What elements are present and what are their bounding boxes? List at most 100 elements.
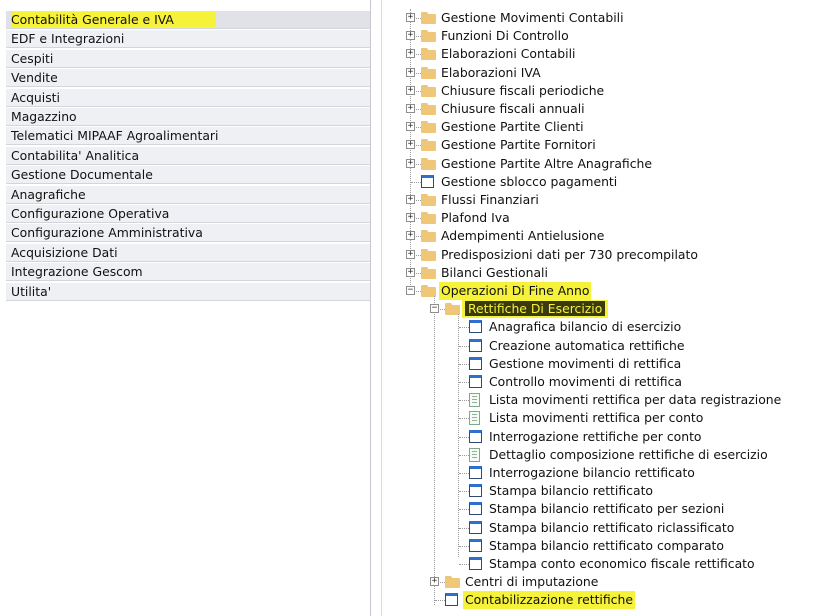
collapse-toggle-icon[interactable]: −: [430, 304, 439, 314]
expand-toggle-icon[interactable]: +: [406, 104, 415, 113]
folder-icon: [421, 30, 436, 43]
tree-node-label: Controllo movimenti di rettifica: [489, 374, 683, 389]
tree-node[interactable]: + Gestione Movimenti Contabili: [390, 9, 834, 27]
expand-toggle-icon[interactable]: +: [406, 31, 415, 41]
tree-node-label: Creazione automatica rettifiche: [489, 337, 685, 353]
tree-node[interactable]: Lista movimenti rettifica per conto: [390, 409, 834, 427]
expand-toggle-icon[interactable]: +: [406, 49, 415, 59]
tree-connector-line: [459, 454, 469, 456]
tree-node-label: Funzioni Di Controllo: [441, 28, 569, 44]
folder-icon: [421, 157, 436, 170]
document-icon: [421, 174, 434, 188]
folder-icon: [421, 194, 436, 206]
expand-toggle-icon[interactable]: +: [406, 249, 415, 259]
menu-item-9[interactable]: Gestione Documentale: [6, 166, 370, 185]
tree-node[interactable]: − Operazioni Di Fine Anno: [390, 282, 834, 300]
tree-connector-line: [459, 509, 469, 511]
menu-item-10[interactable]: Anagrafiche: [6, 185, 370, 204]
expand-toggle-icon[interactable]: +: [406, 85, 415, 95]
tree-node[interactable]: − Rettifiche Di Esercizio: [390, 300, 834, 319]
tree-connector-line: [459, 363, 469, 365]
tree-node-label: Stampa bilancio rettificato per sezioni: [489, 501, 725, 517]
tree-node[interactable]: Interrogazione bilancio rettificato: [390, 464, 834, 482]
menu-item-3[interactable]: Cespiti: [6, 49, 370, 68]
menu-item-11[interactable]: Configurazione Operativa: [6, 205, 370, 223]
tree-connector-line: [459, 564, 469, 565]
tree-node[interactable]: Stampa conto economico fiscale rettifica…: [390, 555, 834, 573]
tree-connector-line: [459, 327, 469, 329]
tree-node[interactable]: + Elaborazioni IVA: [390, 64, 834, 82]
tree-node[interactable]: Stampa bilancio rettificato: [390, 482, 834, 500]
document-icon: [469, 557, 482, 570]
folder-icon: [421, 212, 436, 225]
menu-item-7[interactable]: Telematici MIPAAF Agroalimentari: [6, 127, 370, 146]
expand-toggle-icon[interactable]: +: [406, 140, 415, 150]
tree-node[interactable]: Stampa bilancio rettificato comparato: [390, 537, 834, 555]
tree-node[interactable]: + Bilanci Gestionali: [390, 264, 834, 282]
menu-item-13[interactable]: Acquisizione Dati: [6, 243, 370, 262]
tree-node-label: Plafond Iva: [441, 210, 510, 226]
menu-item-8[interactable]: Contabilita' Analitica: [6, 146, 370, 165]
folder-icon: [421, 230, 436, 243]
expand-toggle-icon[interactable]: +: [406, 231, 415, 241]
tree-node-label: Lista movimenti rettifica per data regis…: [489, 392, 782, 408]
menu-item-1[interactable]: Contabilità Generale e IVA: [6, 11, 370, 29]
tree-node[interactable]: Creazione automatica rettifiche: [390, 337, 834, 355]
collapse-toggle-icon[interactable]: −: [406, 286, 415, 295]
menu-item-label: Magazzino: [11, 109, 77, 124]
tree-node[interactable]: Contabilizzazione rettifiche: [390, 591, 834, 610]
folder-icon: [421, 66, 436, 79]
tree-node[interactable]: + Chiusure fiscali annuali: [390, 100, 834, 118]
report-list-icon: [469, 411, 480, 426]
tree-node[interactable]: + Gestione Partite Fornitori: [390, 136, 834, 154]
menu-item-4[interactable]: Vendite: [6, 69, 370, 88]
expand-toggle-icon[interactable]: +: [406, 122, 415, 132]
tree-node[interactable]: Controllo movimenti di rettifica: [390, 373, 834, 391]
tree-node[interactable]: + Adempimenti Antielusione: [390, 227, 834, 245]
tree-node-label: Interrogazione rettifiche per conto: [489, 428, 702, 444]
tree-node[interactable]: + Elaborazioni Contabili: [390, 45, 834, 63]
tree-node[interactable]: Anagrafica bilancio di esercizio: [390, 318, 834, 336]
tree-connector-line: [459, 382, 469, 383]
tree-node[interactable]: + Centri di imputazione: [390, 573, 834, 591]
expand-toggle-icon[interactable]: +: [406, 13, 415, 22]
tree-node[interactable]: Gestione movimenti di rettifica: [390, 355, 834, 373]
tree-node[interactable]: + Chiusure fiscali periodiche: [390, 82, 834, 100]
tree-node[interactable]: + Gestione Partite Clienti: [390, 118, 834, 136]
tree-node[interactable]: Lista movimenti rettifica per data regis…: [390, 391, 834, 409]
menu-item-14[interactable]: Integrazione Gescom: [6, 263, 370, 282]
menu-item-2[interactable]: EDF e Integrazioni: [6, 30, 370, 49]
menu-item-label: Acquisti: [11, 89, 60, 105]
tree-node[interactable]: + Flussi Finanziari: [390, 191, 834, 209]
tree-node[interactable]: Interrogazione rettifiche per conto: [390, 428, 834, 446]
expand-toggle-icon[interactable]: +: [406, 267, 415, 277]
tree-node[interactable]: Stampa bilancio rettificato riclassifica…: [390, 519, 834, 537]
menu-item-15[interactable]: Utilita': [6, 282, 370, 301]
menu-item-12[interactable]: Configurazione Amministrativa: [6, 224, 370, 243]
document-icon: [445, 593, 458, 607]
tree-node[interactable]: Stampa bilancio rettificato per sezioni: [390, 500, 834, 518]
panel-divider-inner: [381, 0, 382, 616]
report-list-icon: [469, 393, 480, 408]
tree-node[interactable]: Gestione sblocco pagamenti: [390, 173, 834, 191]
folder-icon: [421, 248, 436, 261]
tree-node-label: Elaborazioni Contabili: [441, 46, 576, 62]
panel-divider[interactable]: [370, 0, 371, 616]
tree-node[interactable]: Dettaglio composizione rettifiche di ese…: [390, 446, 834, 464]
tree-connector-line: [459, 491, 469, 493]
tree-node[interactable]: + Gestione Partite Altre Anagrafiche: [390, 155, 834, 173]
expand-toggle-icon[interactable]: +: [406, 158, 415, 168]
tree-node-label: Interrogazione bilancio rettificato: [489, 465, 695, 480]
tree-node[interactable]: + Funzioni Di Controllo: [390, 27, 834, 45]
expand-toggle-icon[interactable]: +: [406, 213, 415, 223]
tree-connector-line: [435, 600, 445, 602]
tree-node-label: Stampa bilancio rettificato: [489, 483, 654, 499]
expand-toggle-icon[interactable]: +: [430, 577, 439, 587]
expand-toggle-icon[interactable]: +: [406, 195, 415, 204]
menu-item-5[interactable]: Acquisti: [6, 88, 370, 107]
tree-node[interactable]: + Predisposizioni dati per 730 precompila…: [390, 246, 834, 264]
expand-toggle-icon[interactable]: +: [406, 67, 415, 77]
document-icon: [469, 520, 482, 534]
menu-item-6[interactable]: Magazzino: [6, 108, 370, 126]
tree-node[interactable]: + Plafond Iva: [390, 209, 834, 227]
